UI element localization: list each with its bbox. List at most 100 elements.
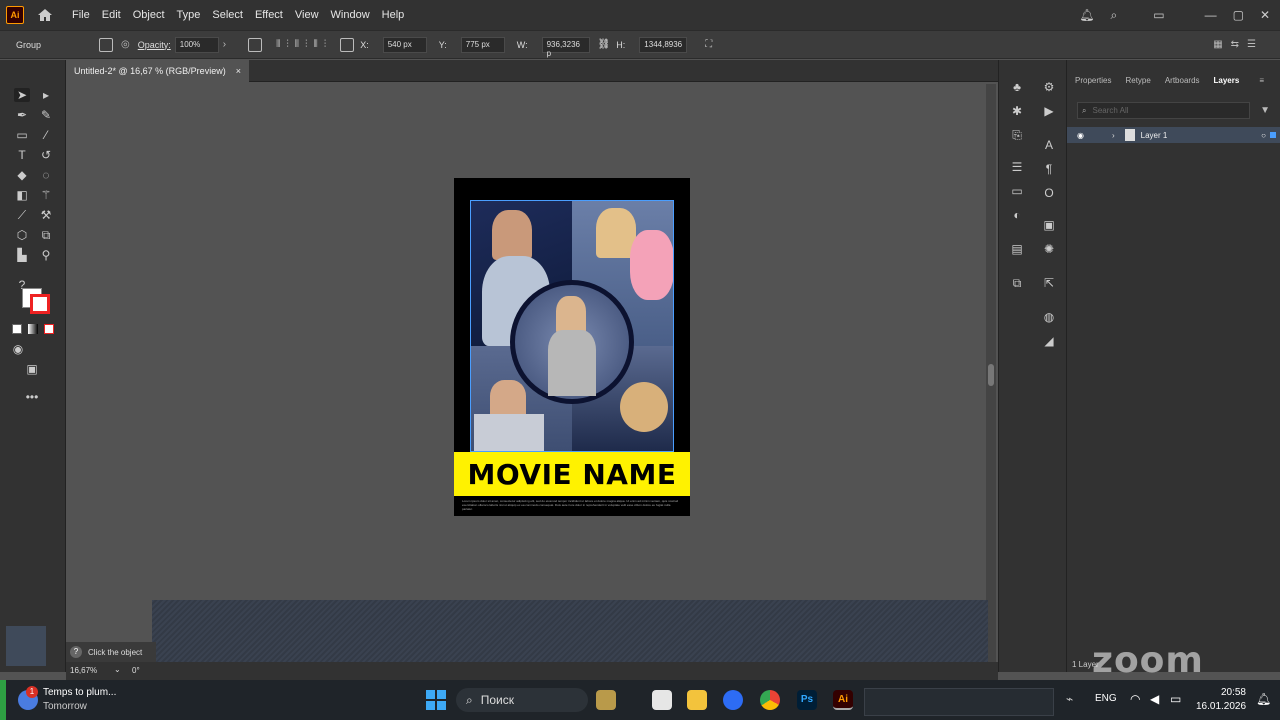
play-icon[interactable]: ▶ xyxy=(1041,104,1057,118)
notification-bell-icon[interactable]: 🔔︎ xyxy=(1256,692,1271,706)
recolor-icon[interactable] xyxy=(99,37,114,52)
menu-effect[interactable]: Effect xyxy=(255,9,283,21)
paragraph-icon[interactable]: ¶ xyxy=(1041,162,1057,176)
align-panel-icon[interactable]: ▤ xyxy=(1009,242,1025,256)
minimize-icon[interactable]: — xyxy=(1205,8,1217,22)
expand-chevron-icon[interactable]: › xyxy=(1112,131,1115,140)
panel-menu-icons[interactable]: ▦⇆☰ xyxy=(1213,39,1264,50)
type-tool-icon[interactable]: T xyxy=(14,148,30,162)
zoom-app-icon[interactable] xyxy=(723,690,743,710)
eraser-tool-icon[interactable]: ◆ xyxy=(14,168,30,182)
panel-menu-icon[interactable]: ≡ xyxy=(1259,76,1264,85)
battery-icon[interactable]: ▭ xyxy=(1170,692,1181,706)
x-field[interactable]: 540 px xyxy=(382,36,427,53)
artboard-poster[interactable]: MOVIE NAME Lorem ipsum dolor sit amet, c… xyxy=(454,178,690,516)
close-tab-icon[interactable]: × xyxy=(236,66,241,76)
file-explorer-icon[interactable] xyxy=(687,690,707,710)
volume-icon[interactable]: ◀ xyxy=(1150,692,1159,706)
tab-retype[interactable]: Retype xyxy=(1125,76,1150,85)
taskbar-search[interactable]: ⌕ Поиск xyxy=(456,688,588,712)
none-mode-icon[interactable] xyxy=(44,324,54,334)
paintbrush-tool-icon[interactable]: ⁄ xyxy=(38,128,54,142)
libraries-icon[interactable]: ◢ xyxy=(1041,334,1057,348)
notification-title[interactable]: Temps to plum... xyxy=(43,687,116,698)
y-field[interactable]: 775 px xyxy=(460,36,505,53)
menu-type[interactable]: Type xyxy=(177,9,201,21)
shape-builder-icon[interactable]: ⬡ xyxy=(14,228,30,242)
sun-icon[interactable]: ✺ xyxy=(1041,242,1057,256)
photoshop-icon[interactable]: Ps xyxy=(797,690,817,710)
direct-selection-tool-icon[interactable]: ▸ xyxy=(38,88,54,102)
color-mode-icon[interactable] xyxy=(12,324,22,334)
tab-properties[interactable]: Properties xyxy=(1075,76,1111,85)
transparency-icon[interactable]: ◐ xyxy=(1009,208,1025,222)
fill-stroke-swatch[interactable] xyxy=(22,288,52,314)
vertical-scrollbar[interactable] xyxy=(986,84,996,662)
pen-tool-icon[interactable]: ✒ xyxy=(14,108,30,122)
clock-time[interactable]: 20:58 xyxy=(1196,687,1246,698)
opentype-icon[interactable]: O xyxy=(1041,186,1057,200)
photo-collage[interactable] xyxy=(470,200,674,452)
workspace-icon[interactable]: ▭ xyxy=(1153,8,1164,22)
menu-edit[interactable]: Edit xyxy=(102,9,121,21)
gradient-tool-icon[interactable]: ◧ xyxy=(14,188,30,202)
widget-icon[interactable] xyxy=(596,690,616,710)
mesh-tool-icon[interactable]: ⚚ xyxy=(38,188,54,202)
clock-date[interactable]: 16.01.2026 xyxy=(1196,701,1246,712)
taskbar-preview[interactable] xyxy=(864,688,1054,716)
more-tools-icon[interactable]: ••• xyxy=(24,390,40,404)
club-icon[interactable]: ♣ xyxy=(1009,80,1025,94)
search-icon[interactable]: ⌕ xyxy=(1111,8,1118,23)
pathfinder-icon[interactable]: ⧉ xyxy=(1009,276,1025,290)
rotate-tool-icon[interactable]: ↺ xyxy=(38,148,54,162)
menu-window[interactable]: Window xyxy=(331,9,370,21)
link-icon[interactable]: ⛓ xyxy=(598,39,611,50)
export-icon[interactable]: ⎘ xyxy=(1009,128,1025,142)
zoom-level[interactable]: 16,67% xyxy=(70,666,97,675)
scroll-thumb[interactable] xyxy=(988,364,994,386)
draw-mode-icon[interactable]: ◉ xyxy=(10,342,26,356)
chevron-right-icon[interactable]: › xyxy=(223,39,226,50)
curvature-tool-icon[interactable]: ✎ xyxy=(38,108,54,122)
menu-view[interactable]: View xyxy=(295,9,319,21)
opacity-field[interactable]: 100% xyxy=(174,36,219,53)
illustrator-taskbar-icon[interactable]: Ai xyxy=(833,690,853,710)
target-icon[interactable]: ◎ xyxy=(121,39,130,50)
filter-icon[interactable]: ▼ xyxy=(1260,105,1270,116)
eyedropper-tool-icon[interactable]: ⟋ xyxy=(14,208,30,222)
title-banner[interactable]: MOVIE NAME xyxy=(454,452,690,496)
help-circle-icon[interactable]: ? xyxy=(70,646,82,658)
zoom-tool-icon[interactable]: ⚲ xyxy=(38,248,54,262)
screen-mode-icon[interactable]: ▣ xyxy=(24,362,40,376)
language-indicator[interactable]: ENG xyxy=(1095,693,1117,704)
gradient-panel-icon[interactable]: ▭ xyxy=(1009,184,1025,198)
bell-icon[interactable]: 🔔︎ xyxy=(1079,8,1094,22)
wifi-icon[interactable]: ◠ xyxy=(1130,692,1140,706)
color-guide-icon[interactable]: ◍ xyxy=(1041,310,1057,324)
movie-title[interactable]: MOVIE NAME xyxy=(468,458,677,491)
chrome-icon[interactable] xyxy=(760,690,780,710)
zoom-dropdown-icon[interactable]: ⌄ xyxy=(114,665,121,674)
selection-tool-icon[interactable]: ➤ xyxy=(14,88,30,102)
maximize-icon[interactable]: ▢ xyxy=(1233,8,1244,22)
stroke-icon[interactable]: ☰ xyxy=(1009,160,1025,174)
transform-icon[interactable] xyxy=(340,37,355,52)
target-circle-icon[interactable]: ○ xyxy=(1261,131,1266,140)
graph-tool-icon[interactable]: ▙ xyxy=(14,248,30,262)
menu-object[interactable]: Object xyxy=(133,9,165,21)
menu-select[interactable]: Select xyxy=(212,9,243,21)
rectangle-tool-icon[interactable]: ▭ xyxy=(14,128,30,142)
symbols-icon[interactable]: ✱ xyxy=(1009,104,1025,118)
image-trace-icon[interactable]: ▣ xyxy=(1041,218,1057,232)
layer-name[interactable]: Layer 1 xyxy=(1141,131,1168,140)
task-view-icon[interactable] xyxy=(652,690,672,710)
h-field[interactable]: 1344,8936 xyxy=(639,36,688,53)
align-icons[interactable]: ⫴⫶⫴⫶⫴⫶ xyxy=(276,39,332,50)
character-icon[interactable]: A xyxy=(1041,138,1057,152)
artboard-tool-icon[interactable]: ⧉ xyxy=(38,228,54,242)
tab-artboards[interactable]: Artboards xyxy=(1165,76,1200,85)
settings-icon[interactable]: ⚙ xyxy=(1041,80,1057,94)
close-icon[interactable]: ✕ xyxy=(1260,8,1270,22)
gradient-mode-icon[interactable] xyxy=(28,324,38,334)
w-field[interactable]: 936,3236 p xyxy=(541,36,590,58)
